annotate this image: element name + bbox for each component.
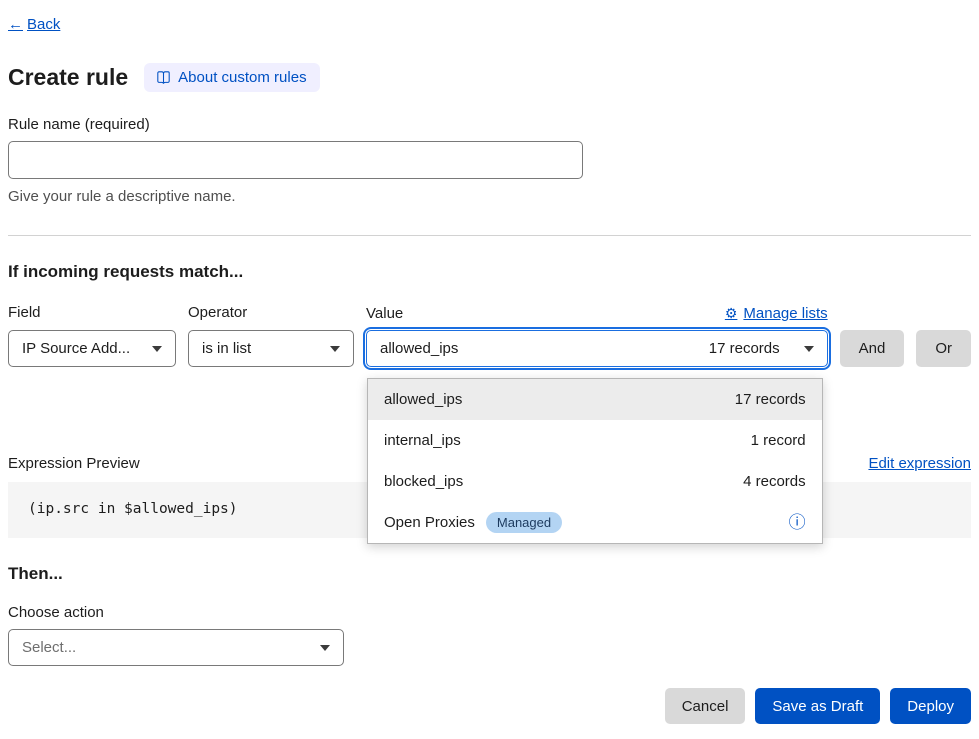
deploy-button[interactable]: Deploy [890,688,971,724]
list-item-name: Open Proxies [384,514,475,531]
operator-select[interactable]: is in list [188,330,354,367]
gear-icon: ⚙ [725,305,738,322]
create-rule-page: ← Back Create rule About custom rules Ru… [0,0,979,724]
list-item-open-proxies[interactable]: Open Proxies Managed ⓘ [368,502,822,543]
back-link[interactable]: ← Back [8,16,60,33]
operator-select-value: is in list [202,340,251,357]
rule-name-label: Rule name (required) [8,116,971,133]
match-section-heading: If incoming requests match... [8,262,971,282]
list-item-meta: 1 record [751,432,806,449]
value-select-value: allowed_ips [380,340,458,357]
title-row: Create rule About custom rules [8,63,971,92]
chevron-down-icon [320,645,330,651]
list-item-blocked-ips[interactable]: blocked_ips 4 records [368,461,822,502]
managed-badge: Managed [486,512,562,533]
field-select-value: IP Source Add... [22,340,130,357]
chevron-down-icon [330,346,340,352]
list-item-meta: 4 records [743,473,806,490]
list-dropdown: allowed_ips 17 records internal_ips 1 re… [367,378,823,544]
then-section-heading: Then... [8,564,971,584]
chevron-down-icon [804,346,814,352]
choose-action-label: Choose action [8,604,971,621]
page-title: Create rule [8,64,128,91]
value-select[interactable]: allowed_ips 17 records [366,330,828,367]
info-icon[interactable]: ⓘ [789,514,806,531]
manage-lists-link[interactable]: ⚙ Manage lists [725,305,828,322]
rule-name-helper: Give your rule a descriptive name. [8,188,971,205]
match-builder-row: Field IP Source Add... Operator is in li… [8,304,971,367]
book-icon [157,71,170,84]
and-button[interactable]: And [840,330,905,367]
rule-name-input[interactable] [8,141,583,179]
value-select-records: 17 records [709,340,780,357]
footer-actions: Cancel Save as Draft Deploy [8,688,971,724]
value-header: Value ⚙ Manage lists [366,304,828,322]
list-item-name: allowed_ips [384,391,462,408]
save-as-draft-button[interactable]: Save as Draft [755,688,880,724]
chevron-down-icon [152,346,162,352]
back-link-label: Back [27,16,60,33]
section-divider [8,235,971,236]
list-item-name: internal_ips [384,432,461,449]
list-item-name-group: Open Proxies Managed [384,512,562,533]
value-label: Value [366,305,403,322]
manage-lists-label: Manage lists [743,305,827,322]
back-arrow-icon: ← [8,16,23,33]
field-label: Field [8,304,176,322]
about-custom-rules-label: About custom rules [178,69,306,86]
or-button[interactable]: Or [916,330,971,367]
action-select-placeholder: Select... [22,639,76,656]
edit-expression-link[interactable]: Edit expression [868,455,971,472]
expression-preview-label: Expression Preview [8,455,140,472]
field-select[interactable]: IP Source Add... [8,330,176,367]
operator-label: Operator [188,304,354,322]
value-column: Value ⚙ Manage lists allowed_ips 17 reco… [366,304,828,367]
list-item-internal-ips[interactable]: internal_ips 1 record [368,420,822,461]
list-item-allowed-ips[interactable]: allowed_ips 17 records [368,379,822,420]
list-item-name: blocked_ips [384,473,463,490]
operator-column: Operator is in list [188,304,354,367]
about-custom-rules-link[interactable]: About custom rules [144,63,319,92]
cancel-button[interactable]: Cancel [665,688,746,724]
action-select[interactable]: Select... [8,629,344,666]
field-column: Field IP Source Add... [8,304,176,367]
list-item-meta: 17 records [735,391,806,408]
